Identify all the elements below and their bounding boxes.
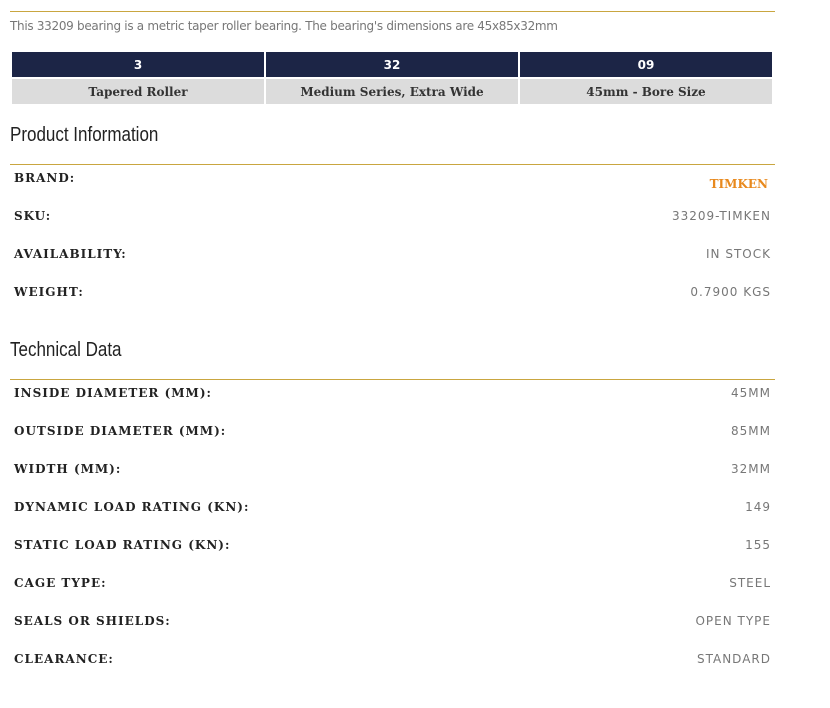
code-meaning: 45mm - Bore Size [518, 77, 774, 106]
spec-label: BRAND: [14, 171, 76, 185]
spec-label: AVAILABILITY: [14, 247, 127, 261]
spec-value: OPEN TYPE [695, 614, 771, 628]
spec-value: 149 [745, 500, 771, 514]
spec-label: SEALS OR SHIELDS: [14, 614, 171, 628]
spec-row: CLEARANCE: STANDARD [14, 652, 771, 672]
spec-value: 155 [745, 538, 771, 552]
spec-row-brand: BRAND: TIMKEN [14, 171, 771, 191]
product-information-heading: Product Information [10, 124, 159, 146]
code-header: 3 [10, 50, 266, 79]
spec-value: 0.7900 KGS [690, 285, 771, 299]
spec-value: 45MM [731, 386, 771, 400]
product-description: This 33209 bearing is a metric taper rol… [10, 19, 558, 33]
spec-row: AVAILABILITY: IN STOCK [14, 247, 771, 267]
divider [10, 379, 775, 380]
spec-value: 32MM [731, 462, 771, 476]
code-meaning: Medium Series, Extra Wide [264, 77, 520, 106]
spec-label: SKU: [14, 209, 52, 223]
technical-data-heading: Technical Data [10, 339, 122, 361]
spec-row: WEIGHT: 0.7900 KGS [14, 285, 771, 305]
spec-label: DYNAMIC LOAD RATING (KN): [14, 500, 250, 514]
divider [10, 164, 775, 165]
spec-row: INSIDE DIAMETER (MM): 45MM [14, 386, 771, 406]
brand-link[interactable]: TIMKEN [710, 177, 768, 191]
spec-row: SKU: 33209-TIMKEN [14, 209, 771, 229]
spec-value: 85MM [731, 424, 771, 438]
spec-label: INSIDE DIAMETER (MM): [14, 386, 212, 400]
spec-row: CAGE TYPE: STEEL [14, 576, 771, 596]
spec-value: STANDARD [696, 652, 771, 666]
spec-row: SEALS OR SHIELDS: OPEN TYPE [14, 614, 771, 634]
spec-row: WIDTH (MM): 32MM [14, 462, 771, 482]
spec-label: CAGE TYPE: [14, 576, 107, 590]
spec-label: CLEARANCE: [14, 652, 114, 666]
spec-label: STATIC LOAD RATING (KN): [14, 538, 231, 552]
divider [10, 11, 775, 12]
code-meaning: Tapered Roller [10, 77, 266, 106]
code-header: 32 [264, 50, 520, 79]
spec-value: IN STOCK [706, 247, 771, 261]
part-number-breakdown-table: 3 32 09 Tapered Roller Medium Series, Ex… [10, 50, 774, 106]
spec-value: STEEL [729, 576, 771, 590]
spec-row: STATIC LOAD RATING (KN): 155 [14, 538, 771, 558]
spec-label: WIDTH (MM): [14, 462, 122, 476]
spec-row: DYNAMIC LOAD RATING (KN): 149 [14, 500, 771, 520]
spec-label: WEIGHT: [14, 285, 84, 299]
spec-row: OUTSIDE DIAMETER (MM): 85MM [14, 424, 771, 444]
code-header: 09 [518, 50, 774, 79]
spec-value: 33209-TIMKEN [671, 209, 771, 223]
spec-label: OUTSIDE DIAMETER (MM): [14, 424, 227, 438]
